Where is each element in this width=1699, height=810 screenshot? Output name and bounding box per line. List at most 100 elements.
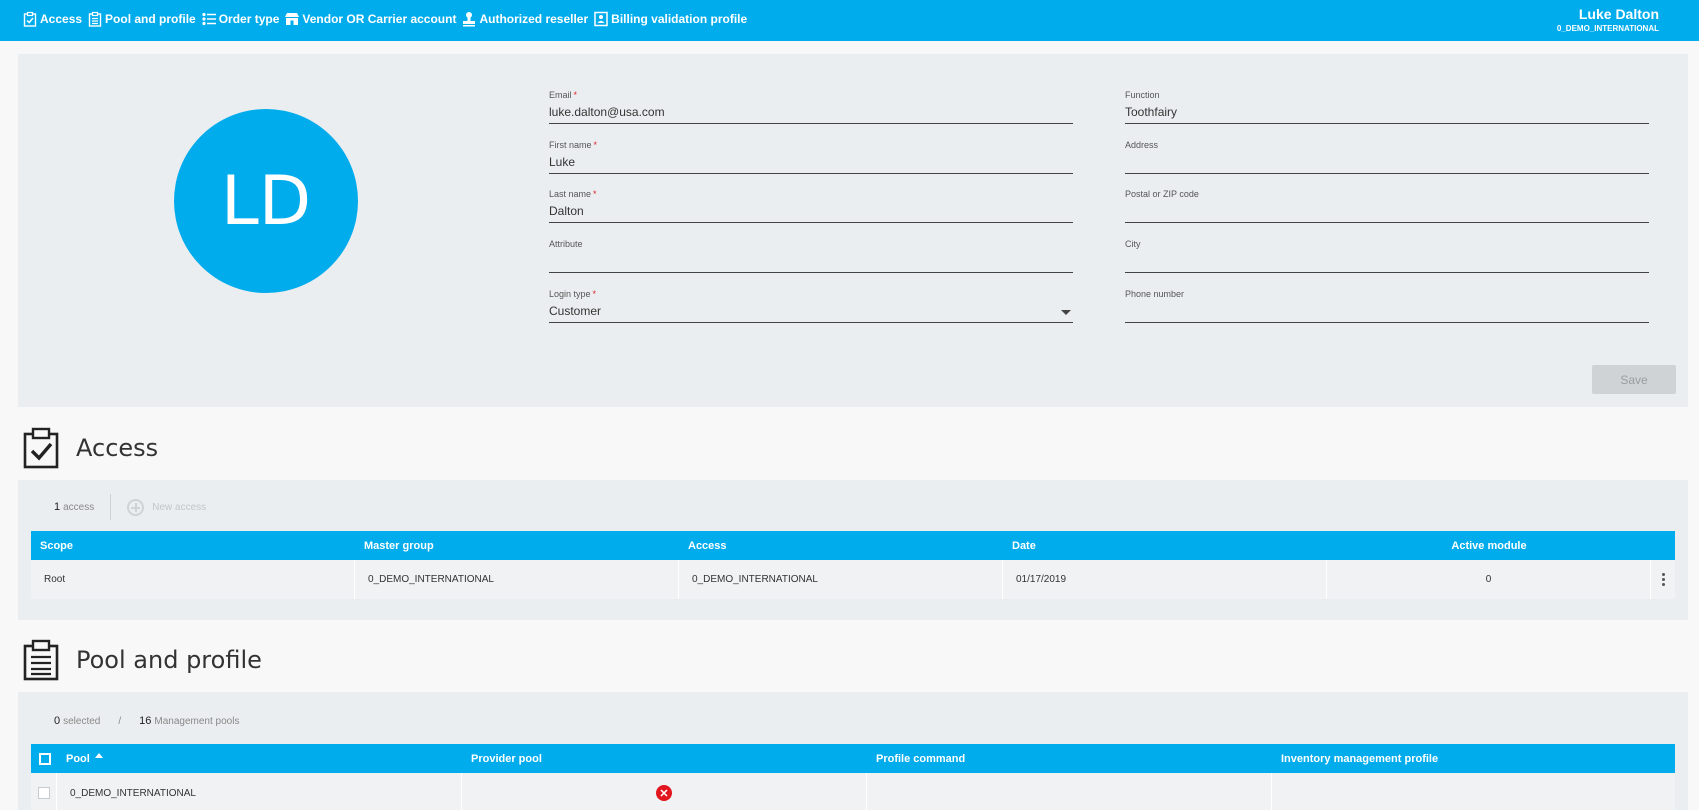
column-header-pool[interactable]: Pool — [57, 744, 462, 773]
postal-code-label: Postal or ZIP code — [1125, 189, 1199, 199]
pool-toolbar: 0 selected / 16 Management pools — [54, 715, 239, 727]
row-checkbox[interactable] — [38, 787, 50, 799]
attribute-label: Attribute — [549, 239, 583, 249]
nav-item-order-type[interactable]: Order type — [201, 11, 280, 27]
cell-master-group: 0_DEMO_INTERNATIONAL — [355, 560, 679, 599]
required-marker: * — [573, 90, 578, 100]
nav-item-authorized-reseller[interactable]: Authorized reseller — [461, 11, 588, 27]
section-nav: Access Pool and profile Order type Vendo… — [22, 11, 752, 27]
pool-table: Pool Provider pool Profile command Inven… — [31, 744, 1675, 810]
email-label: Email — [549, 90, 572, 100]
column-header-date[interactable]: Date — [1003, 531, 1327, 560]
nav-item-vendor-account[interactable]: Vendor OR Carrier account — [284, 11, 456, 27]
address-value — [1125, 155, 1649, 170]
error-icon: ✕ — [656, 785, 672, 801]
last-name-value: Dalton — [549, 204, 584, 218]
pool-total-label: Management pools — [154, 715, 240, 727]
clipboard-list-icon — [88, 11, 102, 27]
last-name-field[interactable]: Last name * Dalton — [549, 189, 1073, 223]
nav-item-label: Billing validation profile — [611, 12, 748, 26]
section-title: Access — [76, 434, 159, 462]
column-header-active-module[interactable]: Active module — [1327, 531, 1651, 560]
address-field[interactable]: Address — [1125, 140, 1649, 174]
access-toolbar: 1 access New access — [54, 494, 206, 520]
cell-scope: Root — [31, 560, 355, 599]
access-count-label: access — [63, 501, 95, 513]
sort-ascending-icon — [94, 753, 103, 758]
last-name-label: Last name — [549, 189, 592, 199]
caret-down-icon — [1061, 310, 1071, 315]
pool-section-header: Pool and profile — [22, 639, 262, 681]
table-header: Pool Provider pool Profile command Inven… — [31, 744, 1675, 773]
profile-panel: LD Email * luke.dalton@usa.com First name… — [18, 54, 1688, 407]
table-header: Scope Master group Access Date Active mo… — [31, 531, 1675, 560]
access-panel: 1 access New access Scope Master group A… — [18, 480, 1688, 620]
cell-pool: 0_DEMO_INTERNATIONAL — [57, 773, 462, 810]
required-marker: * — [593, 140, 598, 150]
email-field[interactable]: Email * luke.dalton@usa.com — [549, 90, 1073, 124]
function-label: Function — [1125, 90, 1160, 100]
attribute-field[interactable]: Attribute — [549, 239, 1073, 273]
phone-number-label: Phone number — [1125, 289, 1185, 299]
user-menu[interactable]: Luke Dalton 0_DEMO_INTERNATIONAL — [1557, 6, 1659, 33]
list-icon — [202, 12, 216, 26]
city-value — [1125, 254, 1649, 269]
table-row[interactable]: 0_DEMO_INTERNATIONAL ✕ — [31, 773, 1675, 810]
email-value: luke.dalton@usa.com — [549, 105, 665, 119]
access-table: Scope Master group Access Date Active mo… — [31, 531, 1675, 599]
column-header-profile-command[interactable]: Profile command — [867, 744, 1272, 773]
access-count: 1 — [54, 501, 61, 513]
postal-code-value — [1125, 204, 1649, 219]
city-field[interactable]: City — [1125, 239, 1649, 273]
new-access-label: New access — [152, 501, 207, 513]
function-field[interactable]: Function Toothfairy — [1125, 90, 1649, 124]
clipboard-check-icon — [23, 11, 37, 27]
column-header-scope[interactable]: Scope — [31, 531, 355, 560]
phone-number-field[interactable]: Phone number — [1125, 289, 1649, 323]
nav-item-label: Pool and profile — [105, 12, 196, 26]
nav-item-label: Vendor OR Carrier account — [302, 12, 457, 26]
section-title: Pool and profile — [76, 646, 262, 674]
nav-item-label: Authorized reseller — [479, 12, 589, 26]
column-header-inventory-management-profile[interactable]: Inventory management profile — [1272, 744, 1675, 773]
table-row[interactable]: Root 0_DEMO_INTERNATIONAL 0_DEMO_INTERNA… — [31, 560, 1675, 599]
select-all-checkbox[interactable] — [39, 752, 51, 765]
user-name: Luke Dalton — [1578, 6, 1659, 22]
billing-profile-icon — [594, 11, 608, 27]
save-button[interactable]: Save — [1592, 365, 1676, 394]
pool-panel: 0 selected / 16 Management pools Pool Pr… — [18, 692, 1688, 810]
row-select-cell — [31, 773, 57, 810]
clipboard-list-icon — [23, 639, 59, 681]
access-section-header: Access — [22, 427, 158, 469]
login-type-select[interactable]: Login type * Customer — [549, 289, 1073, 323]
cell-profile-command — [867, 773, 1272, 810]
first-name-label: First name — [549, 140, 592, 150]
required-marker: * — [592, 289, 597, 299]
clipboard-check-icon — [23, 427, 59, 469]
city-label: City — [1125, 239, 1141, 249]
column-header-access[interactable]: Access — [679, 531, 1003, 560]
pool-total-count: 16 — [139, 715, 152, 727]
column-header-provider-pool[interactable]: Provider pool — [462, 744, 867, 773]
selected-count: 0 — [54, 715, 61, 727]
first-name-field[interactable]: First name * Luke — [549, 140, 1073, 174]
nav-item-pool-and-profile[interactable]: Pool and profile — [87, 11, 196, 27]
postal-code-field[interactable]: Postal or ZIP code — [1125, 189, 1649, 223]
divider — [110, 494, 112, 520]
avatar: LD — [174, 109, 358, 293]
nav-item-label: Order type — [218, 12, 280, 26]
row-menu-icon[interactable] — [1651, 560, 1675, 599]
column-header-master-group[interactable]: Master group — [355, 531, 679, 560]
phone-number-value — [1125, 304, 1649, 319]
first-name-value: Luke — [549, 155, 576, 169]
cell-date: 01/17/2019 — [1003, 560, 1327, 599]
attribute-value — [549, 254, 1073, 269]
top-navigation-bar: Access Pool and profile Order type Vendo… — [0, 0, 1699, 41]
new-access-button[interactable]: New access — [127, 498, 207, 516]
stamp-icon — [463, 12, 476, 27]
nav-item-billing-validation-profile[interactable]: Billing validation profile — [593, 11, 747, 27]
nav-item-access[interactable]: Access — [22, 11, 82, 27]
column-header-label: Pool — [66, 752, 90, 765]
select-all-cell — [31, 744, 57, 773]
user-organization: 0_DEMO_INTERNATIONAL — [1556, 24, 1659, 33]
